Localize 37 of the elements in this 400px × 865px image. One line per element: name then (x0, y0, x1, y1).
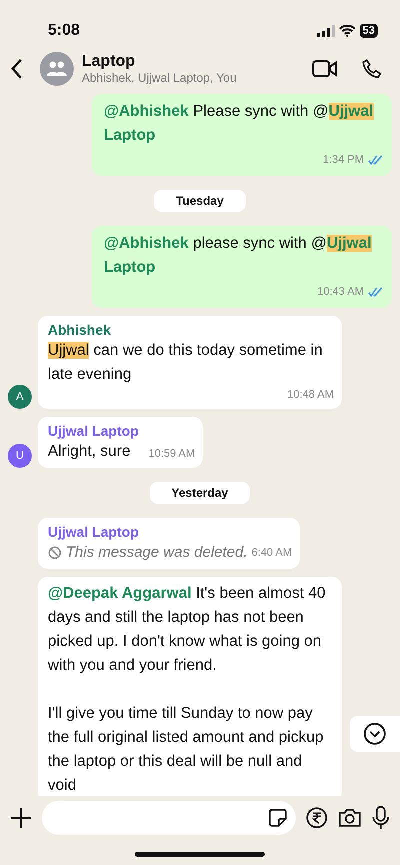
scroll-down-button[interactable] (350, 716, 400, 752)
battery-level: 53 (360, 24, 378, 38)
video-call-button[interactable] (312, 60, 338, 78)
payment-button[interactable] (306, 807, 328, 829)
status-time: 5:08 (48, 21, 80, 41)
signal-icon (316, 25, 335, 37)
message-text: @Abhishek Please sync with @Ujjwal Laptop (104, 102, 374, 146)
avatar-icon: A (8, 385, 32, 409)
date-separator: Yesterday (150, 482, 250, 504)
sender-name: Ujjwal Laptop (48, 422, 140, 440)
back-button[interactable] (10, 58, 24, 80)
sender-name: Abhishek (48, 321, 112, 339)
message-text: Ujjwal can we do this today sometime in late evening (48, 341, 324, 385)
deleted-icon (48, 546, 62, 560)
sticker-icon[interactable] (268, 808, 288, 828)
chevron-down-icon[interactable] (363, 722, 387, 746)
message-time: 1:34 PM (323, 153, 364, 168)
avatar-icon: U (8, 444, 32, 468)
wifi-icon (338, 25, 356, 37)
message-input-field[interactable] (42, 801, 296, 835)
message-time: 10:59 AM (148, 447, 196, 462)
group-avatar-icon[interactable] (40, 52, 74, 86)
sender-name: Ujjwal Laptop (48, 523, 140, 541)
microphone-button[interactable] (372, 806, 390, 830)
message-time: 10:48 AM (288, 388, 334, 403)
voice-call-button[interactable] (362, 59, 382, 79)
message-text: @Deepak Aggarwal It's been almost 40 days and still the laptop has not been picked up. I don't know what is going on with you and your friend. I'll give you time till Sunday to now pay the full original listed amount and pickup the laptop or this deal will be null and void (48, 584, 327, 796)
add-button[interactable] (10, 807, 32, 829)
camera-button[interactable] (338, 808, 362, 828)
message-text: Alright, sure (48, 442, 131, 462)
chat-members: Abhishek, Ujjwal Laptop, You (82, 71, 238, 85)
chat-title[interactable]: Laptop (82, 53, 304, 71)
message-text: @Abhishek please sync with @Ujjwal Laptop (104, 234, 373, 278)
message-time: 10:43 AM (318, 285, 364, 300)
deleted-message-text: This message was deleted. (66, 543, 248, 563)
date-separator: Tuesday (154, 190, 246, 212)
message-time: 6:40 AM (252, 546, 292, 561)
